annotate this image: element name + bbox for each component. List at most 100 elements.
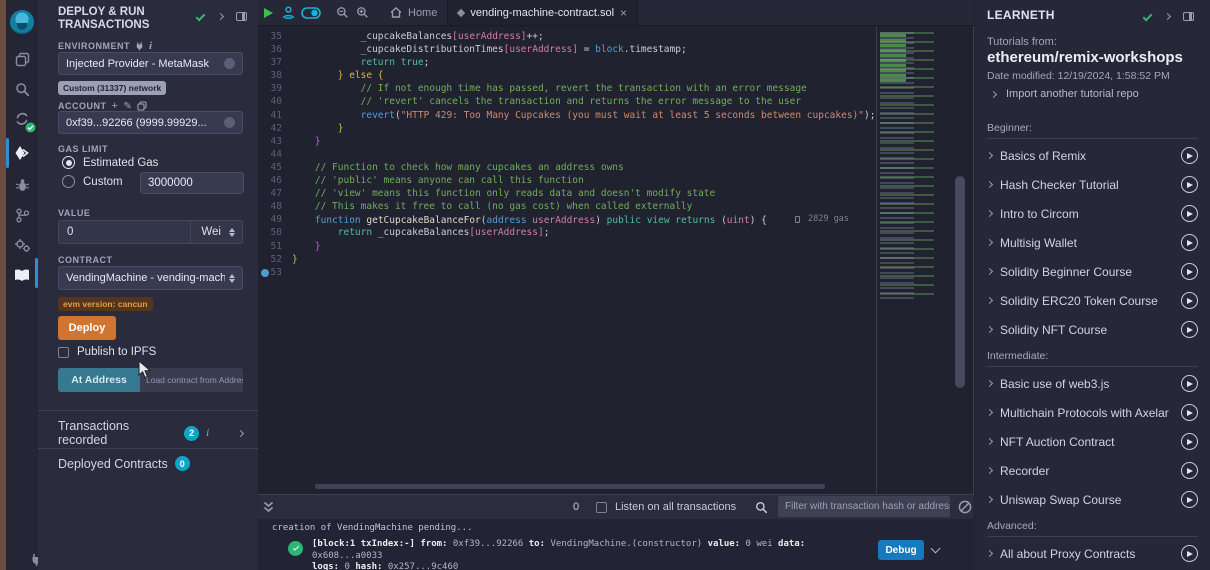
theme-toggle-icon[interactable] [298,0,324,25]
at-address-input[interactable]: Load contract from Addres [140,368,243,392]
code-editor[interactable]: 35 _cupcakeBalances[userAddress]++;36 _c… [258,26,974,494]
tutorial-item[interactable]: Multisig Wallet [987,228,1198,257]
environment-menu-icon[interactable] [224,58,235,69]
at-address-button[interactable]: At Address [58,368,140,392]
copy-account-icon[interactable] [137,101,147,111]
code-line[interactable]: 35 _cupcakeBalances[userAddress]++; [258,30,876,43]
expand-tutorial-icon[interactable] [986,181,993,188]
tutorial-item[interactable]: Solidity Beginner Course [987,257,1198,286]
tab-file[interactable]: vending-machine-contract.sol × [448,0,638,25]
deploy-run-icon[interactable] [6,140,38,166]
zoom-out-icon[interactable] [332,0,352,25]
unit-stepper-icon[interactable] [229,228,235,237]
code-line[interactable]: 51 } [258,240,876,253]
tab-home[interactable]: Home [380,0,448,25]
deployed-contracts-row[interactable]: Deployed Contracts 0 [58,456,190,471]
tutorial-item[interactable]: Basic use of web3.js [987,369,1198,398]
zoom-in-icon[interactable] [352,0,372,25]
value-input[interactable]: 0 [59,226,190,238]
play-tutorial-button[interactable] [1181,433,1198,450]
tutorial-item[interactable]: Basics of Remix [987,141,1198,170]
tutorial-item[interactable]: NFT Auction Contract [987,427,1198,456]
plugin-collapse-icon[interactable] [1164,13,1171,20]
transaction-log[interactable]: [block:1 txIndex:-] from: 0xf39...92266 … [312,539,872,570]
code-line[interactable]: 44 [258,148,876,161]
code-line[interactable]: 39 // If not enough time has passed, rev… [258,82,876,95]
listen-all-checkbox[interactable] [596,502,607,513]
play-tutorial-button[interactable] [1181,147,1198,164]
panel-collapse-icon[interactable] [217,13,224,20]
panel-pin-icon[interactable] [236,12,247,21]
tutorial-item[interactable]: Hash Checker Tutorial [987,170,1198,199]
clear-console-icon[interactable] [958,500,972,514]
file-explorer-icon[interactable] [6,46,38,72]
search-icon[interactable] [6,76,38,102]
custom-gas-radio[interactable] [62,175,75,188]
horizontal-scrollbar[interactable] [315,484,825,489]
expand-tutorial-icon[interactable] [986,409,993,416]
play-tutorial-button[interactable] [1181,263,1198,280]
code-line[interactable]: 48 // This makes it free to call (no gas… [258,200,876,213]
tutorial-item[interactable]: Intro to Circom [987,199,1198,228]
filter-input[interactable]: Filter with transaction hash or address [778,496,950,517]
tutorial-item[interactable]: Multichain Protocols with Axelar [987,398,1198,427]
expand-tutorial-icon[interactable] [986,239,993,246]
debugger-icon[interactable] [6,172,38,198]
expand-tutorial-icon[interactable] [986,438,993,445]
code-line[interactable]: 46 // 'public' means anyone can call thi… [258,174,876,187]
play-tutorial-button[interactable] [1181,462,1198,479]
expand-tutorial-icon[interactable] [986,210,993,217]
custom-gas-input[interactable]: 3000000 [140,172,244,194]
play-tutorial-button[interactable] [1181,205,1198,222]
play-tutorial-button[interactable] [1181,545,1198,562]
code-line[interactable]: 38 } else { [258,69,876,82]
transactions-recorded-row[interactable]: Transactions recorded 2 i [58,419,243,447]
code-line[interactable]: 43 } [258,135,876,148]
code-line[interactable]: 49 function getCupcakeBalanceFor(address… [258,213,876,226]
remix-logo[interactable] [10,10,34,34]
tutorial-item[interactable]: Uniswap Swap Course [987,485,1198,514]
code-line[interactable]: 42 } [258,122,876,135]
close-tab-icon[interactable]: × [620,6,627,20]
code-line[interactable]: 41 revert("HTTP 429: Too Many Cupcakes (… [258,109,876,122]
contract-stepper-icon[interactable] [229,274,235,283]
play-tutorial-button[interactable] [1181,176,1198,193]
expand-tutorial-icon[interactable] [986,268,993,275]
settings-icon[interactable] [6,232,38,258]
code-line[interactable]: 40 // 'revert' cancels the transaction a… [258,95,876,108]
play-tutorial-button[interactable] [1181,375,1198,392]
debug-button[interactable]: Debug [878,540,924,560]
import-repo-toggle[interactable]: Import another tutorial repo [991,88,1139,100]
assistant-user-icon[interactable] [278,0,298,25]
code-line[interactable]: 36 _cupcakeDistributionTimes[userAddress… [258,43,876,56]
edit-account-icon[interactable]: ✎ [123,101,132,112]
info-icon[interactable]: i [149,40,153,52]
code-line[interactable]: 37 return true; [258,56,876,69]
expand-tutorial-icon[interactable] [986,467,993,474]
run-script-icon[interactable] [258,0,278,25]
expand-transactions-icon[interactable] [237,430,244,437]
collapse-terminal-icon[interactable] [258,501,278,513]
tutorial-item[interactable]: All about Proxy Contracts [987,539,1198,568]
contract-select[interactable]: VendingMachine - vending-machin [58,266,243,290]
vertical-scrollbar[interactable] [955,176,965,388]
value-unit-select[interactable]: Wei [190,221,242,243]
expand-tutorial-icon[interactable] [986,550,993,557]
expand-log-icon[interactable] [931,544,941,554]
info-icon[interactable]: i [206,427,209,439]
play-tutorial-button[interactable] [1181,292,1198,309]
learneth-icon[interactable] [6,262,38,288]
tutorial-item[interactable]: Solidity ERC20 Token Course [987,286,1198,315]
code-line[interactable]: 52} [258,253,876,266]
solidity-compiler-icon[interactable] [6,106,38,132]
expand-tutorial-icon[interactable] [986,496,993,503]
expand-tutorial-icon[interactable] [986,326,993,333]
play-tutorial-button[interactable] [1181,404,1198,421]
breakpoint-dot[interactable] [261,269,269,277]
play-tutorial-button[interactable] [1181,321,1198,338]
play-tutorial-button[interactable] [1181,491,1198,508]
expand-tutorial-icon[interactable] [986,380,993,387]
tutorial-item[interactable]: Solidity NFT Course [987,315,1198,344]
code-line[interactable]: 45 // Function to check how many cupcake… [258,161,876,174]
plug-icon[interactable] [135,41,144,51]
